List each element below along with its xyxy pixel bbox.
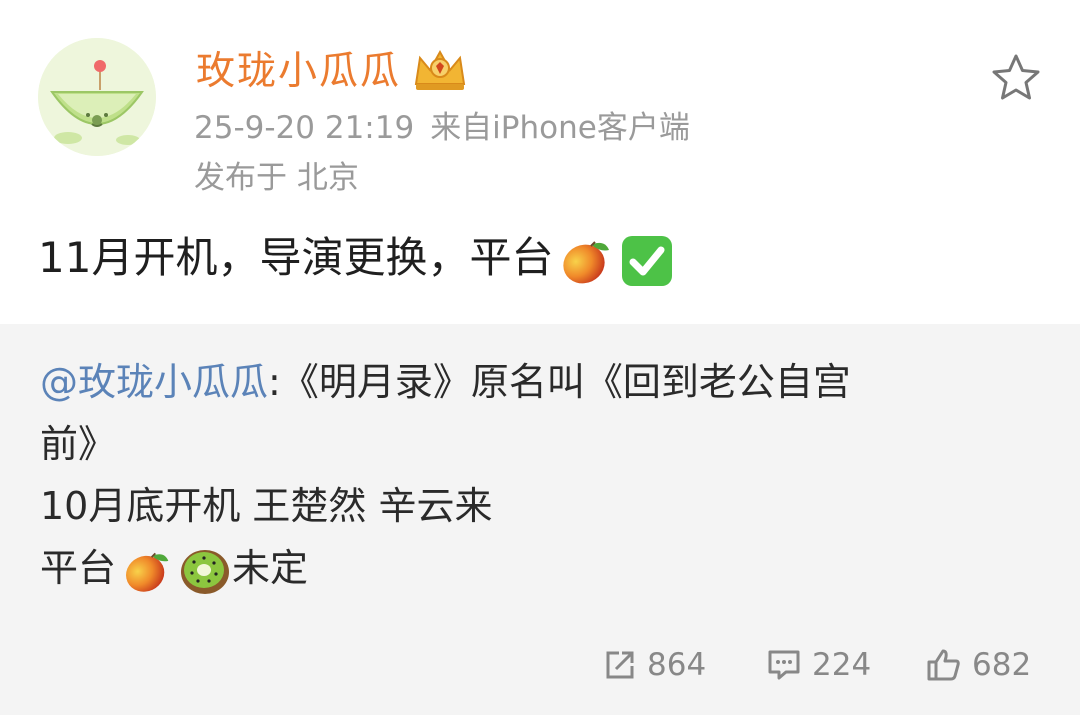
- mango-emoji: [122, 546, 172, 596]
- mango-emoji: [559, 234, 613, 288]
- repost-card[interactable]: @玫珑小瓜瓜:《明月录》原名叫《回到老公自宫 前》 10月底开机 王楚然 辛云来…: [0, 324, 1080, 715]
- repost-text-line: @玫珑小瓜瓜:《明月录》原名叫《回到老公自宫: [40, 352, 851, 412]
- post-text: 11月开机，导演更换，平台: [38, 226, 675, 290]
- post-source[interactable]: 来自iPhone客户端: [430, 110, 690, 146]
- post-location: 发布于 北京: [194, 160, 359, 196]
- melon-avatar-image: [38, 38, 156, 156]
- comment-icon: [768, 650, 800, 680]
- favorite-star-button[interactable]: [990, 52, 1042, 102]
- like-button[interactable]: 682: [926, 640, 1031, 690]
- kiwi-emoji: [178, 544, 232, 598]
- comment-count: 224: [812, 647, 872, 683]
- repost-count: 864: [647, 647, 707, 683]
- star-icon: [992, 54, 1040, 100]
- repost-text-line: 前》: [40, 422, 117, 466]
- crown-badge-icon[interactable]: [410, 44, 470, 94]
- thumbs-up-icon: [927, 649, 960, 681]
- check-mark-emoji: [619, 233, 675, 289]
- repost-button[interactable]: 864: [603, 640, 706, 690]
- post-meta: 25-9-20 21:19 来自iPhone客户端: [194, 106, 690, 150]
- repost-text-line: 平台 未定: [40, 538, 308, 598]
- repost-undecided-label: 未定: [232, 546, 309, 590]
- repost-text-line: 10月底开机 王楚然 辛云来: [40, 484, 493, 528]
- like-count: 682: [972, 647, 1032, 683]
- comment-button[interactable]: 224: [766, 640, 871, 690]
- author-name[interactable]: 玫珑小瓜瓜: [196, 44, 401, 100]
- repost-platform-label: 平台: [40, 546, 117, 590]
- share-icon: [606, 651, 634, 679]
- mention-link[interactable]: @玫珑小瓜瓜: [40, 360, 268, 404]
- post-text-content: 11月开机，导演更换，平台: [38, 233, 554, 282]
- repost-text: :《明月录》原名叫《回到老公自宫: [268, 360, 851, 404]
- post-timestamp: 25-9-20 21:19: [194, 110, 415, 146]
- avatar[interactable]: [38, 38, 156, 156]
